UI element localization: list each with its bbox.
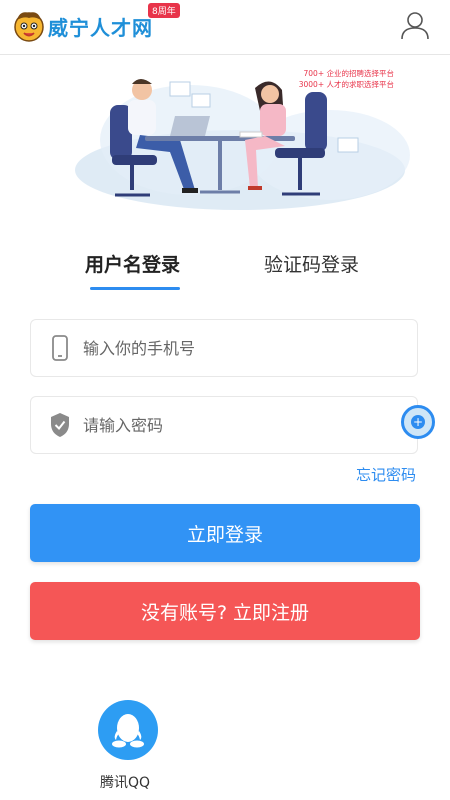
password-field[interactable] [30,396,418,454]
site-logo[interactable]: 威宁人才网 [12,8,153,44]
phone-input[interactable] [81,337,365,359]
login-button[interactable]: 立即登录 [30,504,420,562]
floating-assist-button[interactable]: + [401,405,435,439]
register-button[interactable]: 没有账号? 立即注册 [30,582,420,640]
phone-icon [52,335,68,361]
banner-illustration: 700+ 企业的招聘选择平台 3000+ 人才的求职选择平台 [70,60,430,210]
banner-line-1: 700+ 企业的招聘选择平台 [303,69,394,78]
active-tab-indicator [90,287,180,290]
tab-code-login[interactable]: 验证码登录 [264,250,359,277]
forgot-password-link[interactable]: 忘记密码 [356,464,416,485]
shield-icon [51,413,69,437]
logo-text: 威宁人才网 [48,15,153,40]
qq-icon-circle [98,700,158,760]
banner-line-2: 3000+ 人才的求职选择平台 [298,80,394,89]
anniversary-badge: 8周年 [148,3,180,18]
tab-username-login[interactable]: 用户名登录 [85,250,180,277]
plus-icon: + [411,415,425,429]
qq-login[interactable]: 腾讯QQ [97,700,159,792]
password-input[interactable] [81,414,365,436]
banner-tagline: 700+ 企业的招聘选择平台 3000+ 人才的求职选择平台 [299,68,394,90]
mascot-icon [14,12,44,42]
login-tabs: 用户名登录 验证码登录 [0,250,450,294]
phone-field[interactable] [30,319,418,377]
app-header: 威宁人才网 8周年 [0,0,450,55]
qq-label: 腾讯QQ [99,775,151,791]
user-icon[interactable] [400,10,430,40]
qq-penguin-icon [112,714,144,748]
